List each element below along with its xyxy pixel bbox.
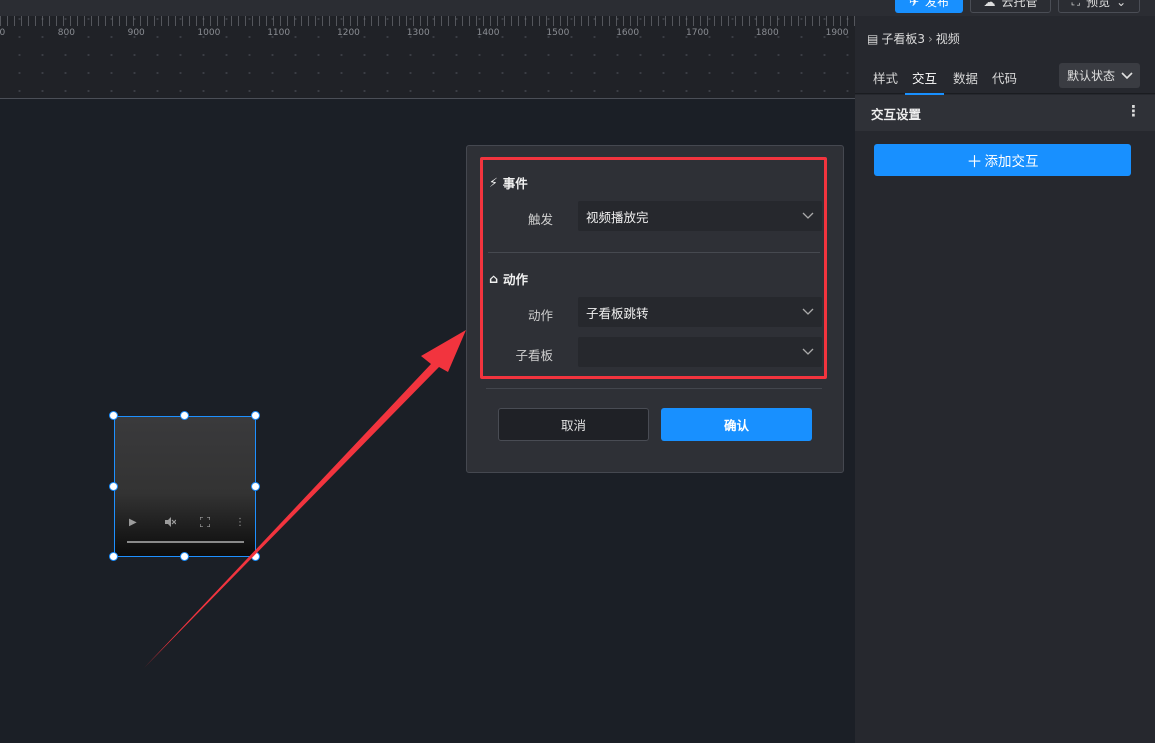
state-select[interactable]: 默认状态 xyxy=(1059,63,1140,88)
chevron-right-icon: › xyxy=(927,31,933,46)
chevron-down-icon: ⌄ xyxy=(1116,0,1127,9)
board-select[interactable] xyxy=(578,337,822,367)
ruler-label: 800 xyxy=(57,28,75,38)
preview-button[interactable]: ⛶ 预览 ⌄ xyxy=(1058,0,1140,13)
properties-panel: ▤ 子看板3 › 视频 样式 交互 数据 代码 默认状态 交互设置 ⋮ ＋ 添加… xyxy=(855,16,1155,743)
chevron-down-icon xyxy=(802,348,814,355)
action-select[interactable]: 子看板跳转 xyxy=(578,297,822,327)
resize-handle-s[interactable] xyxy=(180,552,189,561)
dialog-footer-divider xyxy=(486,388,822,389)
cloud-icon: ☁ xyxy=(983,0,996,9)
resize-handle-n[interactable] xyxy=(180,411,189,420)
more-vertical-icon[interactable]: ⋮ xyxy=(1126,104,1141,119)
publish-button[interactable]: ✈ 发布 xyxy=(895,0,963,13)
breadcrumb-parent[interactable]: 子看板3 xyxy=(881,30,925,47)
board-label: 子看板 xyxy=(515,348,553,363)
interaction-settings-header: 交互设置 ⋮ xyxy=(855,95,1155,131)
breadcrumb: ▤ 子看板3 › 视频 xyxy=(867,30,960,47)
event-section-title: ⚡ 事件 xyxy=(489,175,528,191)
ruler-ticks xyxy=(0,16,855,26)
confirm-button[interactable]: 确认 xyxy=(661,408,812,441)
fullscreen-icon: ⛶ xyxy=(1071,0,1081,8)
mute-icon[interactable] xyxy=(165,517,177,530)
send-icon: ✈ xyxy=(908,0,920,9)
ruler-label: 1100 xyxy=(267,28,291,38)
breadcrumb-current: 视频 xyxy=(935,32,960,46)
ruler-label: 1500 xyxy=(546,28,570,38)
lightning-icon: ⚡ xyxy=(489,175,498,190)
chevron-down-icon xyxy=(802,212,814,219)
play-icon[interactable]: ▶ xyxy=(129,517,137,528)
section-divider xyxy=(488,252,820,253)
ruler-label: 1300 xyxy=(406,28,430,38)
video-widget[interactable]: ▶ ⋮ xyxy=(114,416,256,557)
more-vertical-icon[interactable]: ⋮ xyxy=(235,517,245,528)
trigger-label: 触发 xyxy=(527,212,553,227)
plus-icon: ＋ xyxy=(966,152,983,171)
fullscreen-icon[interactable] xyxy=(199,516,211,530)
canvas-ruler: 700 800 900 1000 1100 1200 1300 1400 1500 1600 170… xyxy=(0,16,855,99)
ruler-label: 1700 xyxy=(686,28,709,38)
trigger-select[interactable]: 视频播放完 xyxy=(578,201,822,231)
ruler-label: 700 xyxy=(0,28,6,38)
tab-style[interactable]: 样式 xyxy=(873,68,898,87)
resize-handle-w[interactable] xyxy=(109,482,118,491)
tab-data[interactable]: 数据 xyxy=(953,68,978,87)
ruler-label: 1400 xyxy=(476,28,500,38)
ruler-label: 900 xyxy=(127,28,145,38)
chevron-down-icon xyxy=(1121,71,1133,79)
add-interaction-button[interactable]: ＋ 添加交互 xyxy=(874,144,1131,176)
resize-handle-ne[interactable] xyxy=(251,411,260,420)
video-progress-bar[interactable] xyxy=(127,541,244,543)
ruler-label: 1000 xyxy=(197,28,221,38)
resize-handle-e[interactable] xyxy=(251,482,260,491)
ruler-label: 1200 xyxy=(337,28,360,38)
ruler-label: 1800 xyxy=(755,28,779,38)
top-toolbar: ✈ 发布 ☁ 云托管 ⛶ 预览 ⌄ xyxy=(0,0,1155,16)
ruler-label: 1600 xyxy=(616,28,640,38)
cancel-button[interactable]: 取消 xyxy=(498,408,649,441)
action-label: 动作 xyxy=(527,308,553,323)
resize-handle-nw[interactable] xyxy=(109,411,118,420)
panel-tabs: 样式 交互 数据 代码 默认状态 xyxy=(855,58,1155,95)
board-icon: ▤ xyxy=(867,31,879,46)
action-icon: ⌂ xyxy=(489,271,498,286)
cloud-host-button[interactable]: ☁ 云托管 xyxy=(970,0,1051,13)
ruler-label: 1900 xyxy=(825,28,849,38)
tab-code[interactable]: 代码 xyxy=(992,68,1017,87)
resize-handle-se[interactable] xyxy=(251,552,260,561)
chevron-down-icon xyxy=(802,308,814,315)
action-section-title: ⌂ 动作 xyxy=(489,271,528,287)
resize-handle-sw[interactable] xyxy=(109,552,118,561)
tab-interaction[interactable]: 交互 xyxy=(905,68,945,95)
